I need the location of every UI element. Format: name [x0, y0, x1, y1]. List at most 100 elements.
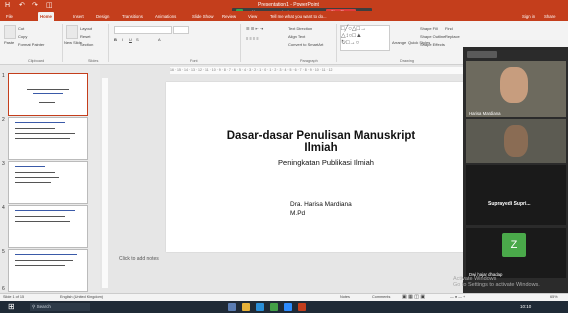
- shape-outline-button[interactable]: Shape Outline: [420, 34, 445, 39]
- redo-icon[interactable]: ↷: [32, 1, 38, 10]
- taskbar-search[interactable]: ⚲ Search: [30, 303, 90, 311]
- slide-author-block[interactable]: Dra. Harisa Mardiana M.Pd: [290, 200, 352, 218]
- shape-effects-button[interactable]: Shape Effects: [420, 42, 445, 47]
- participant-tile[interactable]: Suprayedi Supri...: [466, 165, 566, 225]
- clock[interactable]: 10:10: [520, 304, 531, 309]
- ribbon-divider: [62, 24, 63, 62]
- view-buttons-icon[interactable]: ▣ ▦ ◫ ▣: [402, 294, 425, 300]
- participant-name: Suprayedi Supri...: [488, 201, 531, 207]
- arrange-button[interactable]: Arrange: [392, 40, 406, 45]
- windows-start-icon[interactable]: ⊞: [8, 302, 15, 311]
- ribbon-divider: [240, 24, 241, 62]
- reset-button[interactable]: Reset: [80, 34, 90, 39]
- thumbnail-number: 5: [2, 249, 5, 255]
- participant-name: Harisa Mardiana: [469, 111, 501, 116]
- slide-title-line: Dasar-dasar Penulisan Manuskript: [226, 130, 416, 142]
- tab-slide-show[interactable]: Slide Show: [190, 12, 216, 21]
- share-button[interactable]: Share: [542, 12, 557, 21]
- comments-toggle[interactable]: Comments: [372, 295, 390, 299]
- paste-button[interactable]: Paste: [4, 40, 14, 45]
- undo-icon[interactable]: ↶: [19, 1, 25, 10]
- section-button[interactable]: Section: [80, 42, 93, 47]
- italic-icon[interactable]: I: [122, 37, 123, 42]
- watermark-line: Go to Settings to activate Windows.: [453, 282, 540, 288]
- font-name-select[interactable]: [114, 26, 172, 34]
- font-size-select[interactable]: [173, 26, 189, 34]
- layout-button[interactable]: Layout: [80, 26, 92, 31]
- tab-home[interactable]: Home: [38, 12, 54, 21]
- thumbnail-number: 3: [2, 161, 5, 167]
- participant-video: [504, 125, 528, 157]
- text-direction-button[interactable]: Text Direction: [288, 26, 312, 31]
- tell-me-search[interactable]: Tell me what you want to do...: [268, 12, 329, 21]
- find-button[interactable]: Find: [445, 26, 453, 31]
- slides-group-label: Slides: [88, 59, 99, 63]
- search-icon: ⚲: [32, 304, 36, 309]
- slide-thumbnail[interactable]: [8, 249, 88, 292]
- zoom-view-controls[interactable]: [467, 51, 497, 58]
- bold-icon[interactable]: B: [114, 37, 117, 42]
- file-explorer-icon[interactable]: [242, 303, 250, 311]
- tab-insert[interactable]: Insert: [71, 12, 86, 21]
- replace-button[interactable]: Replace: [445, 34, 460, 39]
- notes-toggle[interactable]: Notes: [340, 295, 350, 299]
- slide-subtitle[interactable]: Peningkatan Publikasi Ilmiah: [251, 158, 401, 167]
- bullets-icon[interactable]: ☰ ☰ ⇤ ⇥: [246, 26, 263, 31]
- slide-title[interactable]: Dasar-dasar Penulisan Manuskript Ilmiah: [221, 130, 421, 154]
- chrome-icon[interactable]: [270, 303, 278, 311]
- sign-in-link[interactable]: Sign in: [520, 12, 537, 21]
- convert-smartart-button[interactable]: Convert to SmartArt: [288, 42, 323, 47]
- underline-icon[interactable]: U: [129, 37, 132, 42]
- zoom-level[interactable]: 65%: [550, 295, 558, 299]
- save-icon[interactable]: H: [5, 1, 10, 10]
- thumbnail-number: 2: [2, 117, 5, 123]
- tab-transitions[interactable]: Transitions: [120, 12, 145, 21]
- slide-canvas[interactable]: Dasar-dasar Penulisan Manuskript Ilmiah …: [166, 82, 468, 252]
- shadow-icon[interactable]: S: [136, 37, 139, 42]
- activate-windows-watermark: Activate Windows Go to Settings to activ…: [453, 276, 540, 288]
- paragraph-group-label: Paragraph: [300, 59, 318, 63]
- align-text-button[interactable]: Align Text: [288, 34, 305, 39]
- edge-icon[interactable]: [256, 303, 264, 311]
- slide-thumbnail[interactable]: [8, 161, 88, 204]
- powerpoint-icon[interactable]: [298, 303, 306, 311]
- thumbnail-number: 1: [2, 73, 5, 79]
- slide-thumbnails-pane[interactable]: 1 2 3 4 5 6: [0, 65, 100, 292]
- ribbon-divider: [108, 24, 109, 62]
- shape-fill-button[interactable]: Shape Fill: [420, 26, 438, 31]
- font-color-icon[interactable]: A: [158, 37, 161, 42]
- thumbnail-number: 6: [2, 286, 5, 292]
- shapes-gallery[interactable]: □╱○△□→ △↕○□▲ ↻□→○: [340, 25, 390, 51]
- format-painter-button[interactable]: Format Painter: [18, 42, 44, 47]
- windows-taskbar: ⊞ ⚲ Search 10:10: [0, 301, 568, 313]
- language-indicator[interactable]: English (United Kingdom): [60, 295, 103, 299]
- tab-view[interactable]: View: [246, 12, 259, 21]
- slide-counter: Slide 1 of 15: [3, 295, 25, 299]
- present-icon[interactable]: ◫: [46, 1, 53, 10]
- ribbon-divider: [336, 24, 337, 62]
- tab-review[interactable]: Review: [220, 12, 238, 21]
- zoom-app-icon[interactable]: [284, 303, 292, 311]
- slide-thumbnail[interactable]: [8, 117, 88, 160]
- slide-thumbnail[interactable]: [8, 205, 88, 248]
- cut-button[interactable]: Cut: [18, 26, 24, 31]
- participant-tile[interactable]: Z Dwi hajar dhadap: [466, 228, 566, 278]
- tab-design[interactable]: Design: [94, 12, 111, 21]
- notes-pane[interactable]: Click to add notes: [102, 254, 468, 264]
- participant-tile[interactable]: [466, 119, 566, 163]
- author-name: Dra. Harisa Mardiana: [290, 201, 352, 208]
- align-icons[interactable]: ≡ ≡ ≡ ≡: [246, 36, 259, 41]
- paste-icon[interactable]: [4, 25, 16, 39]
- zoom-slider[interactable]: — ● — +: [450, 295, 465, 299]
- slide-title-line: Ilmiah: [304, 142, 338, 154]
- tab-animations[interactable]: Animations: [153, 12, 178, 21]
- participant-tile[interactable]: Harisa Mardiana: [466, 61, 566, 117]
- slide-thumbnail[interactable]: [8, 73, 88, 116]
- horizontal-ruler: 16 · 15 · 14 · 13 · 12 · 11 · 10 · 9 · 8…: [170, 67, 468, 74]
- new-slide-icon[interactable]: [66, 25, 78, 39]
- task-view-icon[interactable]: [228, 303, 236, 311]
- thumbnail-number: 4: [2, 205, 5, 211]
- tab-file[interactable]: File: [4, 12, 15, 21]
- zoom-video-panel: Harisa Mardiana Suprayedi Supri... Z Dwi…: [463, 47, 568, 293]
- copy-button[interactable]: Copy: [18, 34, 27, 39]
